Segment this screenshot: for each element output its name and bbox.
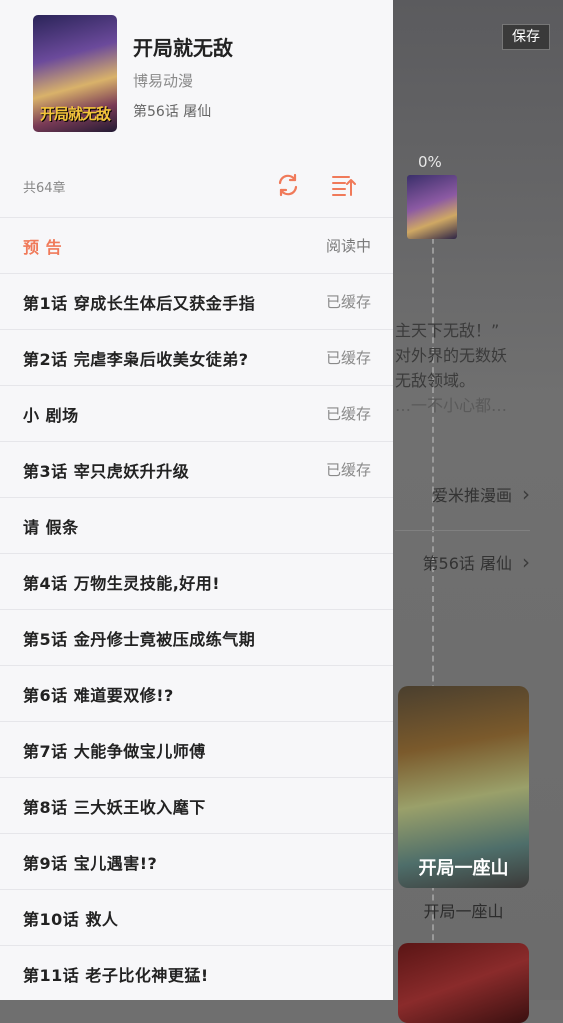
chapter-row[interactable]: 预 告 阅读中 [0,217,393,273]
sort-icon[interactable] [330,172,356,198]
chapter-name: 第8话 三大妖王收入麾下 [23,797,206,817]
chapter-row[interactable]: 第1话 穿成长生体后又获金手指 已缓存 [0,273,393,329]
recommend-card-cover-2[interactable] [398,943,529,1023]
refresh-icon[interactable] [275,172,301,198]
chapter-name: 预 告 [23,237,63,257]
chapter-name: 第6话 难道要双修!? [23,685,174,705]
chapter-status: 已缓存 [325,461,371,479]
chapter-name: 第10话 救人 [23,909,119,929]
chapter-drawer: 开局就无敌 开局就无敌 博易动漫 第56话 屠仙 共64章 预 告 阅读中 第1… [0,0,393,1000]
chapter-name: 小 剧场 [23,405,79,425]
save-button[interactable]: 保存 [502,24,550,50]
chapter-row[interactable]: 小 剧场 已缓存 [0,385,393,441]
reading-progress: 第56话 屠仙 [133,104,212,120]
chapter-row[interactable]: 第3话 宰只虎妖升升级 已缓存 [0,441,393,497]
comic-cover[interactable]: 开局就无敌 [33,15,117,132]
recommend-row[interactable]: 爱米推漫画 › [395,482,530,506]
chapter-status: 已缓存 [325,349,371,367]
chapter-name: 第3话 宰只虎妖升升级 [23,461,190,481]
card-cover-text: 开局一座山 [418,858,509,879]
divider [395,530,530,531]
chapter-row[interactable]: 第5话 金丹修士竟被压成练气期 [0,609,393,665]
chapter-name: 第2话 完虐李枭后收美女徒弟? [23,349,249,369]
chapter-toolbar: 共64章 [0,160,393,217]
chevron-right-icon: › [522,482,530,506]
chapter-name: 第4话 万物生灵技能,好用! [23,573,221,593]
chevron-right-icon: › [522,550,530,574]
chapter-row[interactable]: 第6话 难道要双修!? [0,665,393,721]
chapter-row[interactable]: 第10话 救人 [0,889,393,945]
intro-line: 无敌领域。 [395,371,476,390]
reading-progress-percent: 0% [418,153,442,171]
intro-line: 对外界的无数妖 [395,346,508,365]
chapter-row[interactable]: 第8话 三大妖王收入麾下 [0,777,393,833]
cover-text: 开局就无敌 [39,105,111,123]
intro-line: 主天下无敌！” [395,321,500,340]
chapter-name: 第1话 穿成长生体后又获金手指 [23,293,256,313]
comic-author: 博易动漫 [133,72,194,90]
recommend-card-cover[interactable]: 开局一座山 [398,686,529,888]
comic-title: 开局就无敌 [133,36,233,60]
chapter-row[interactable]: 第2话 完虐李枭后收美女徒弟? 已缓存 [0,329,393,385]
chapter-name: 请 假条 [23,517,79,537]
chapter-status: 已缓存 [325,293,371,311]
chapter-row[interactable]: 第11话 老子比化神更猛! [0,945,393,1001]
current-chapter-row[interactable]: 第56话 屠仙 › [395,550,530,574]
chapter-row[interactable]: 请 假条 [0,497,393,553]
chapter-row[interactable]: 第9话 宝儿遇害!? [0,833,393,889]
chapter-name: 第5话 金丹修士竟被压成练气期 [23,629,256,649]
chapter-row[interactable]: 第4话 万物生灵技能,好用! [0,553,393,609]
current-chapter-label: 第56话 屠仙 [422,554,512,573]
chapter-name: 第11话 老子比化神更猛! [23,965,209,985]
chapter-status: 阅读中 [325,237,371,255]
chapter-status: 已缓存 [325,405,371,423]
progress-thumbnail[interactable] [407,175,457,239]
chapter-name: 第7话 大能争做宝儿师傅 [23,741,206,761]
chapter-row[interactable]: 第7话 大能争做宝儿师傅 [0,721,393,777]
recommend-label: 爱米推漫画 [431,486,512,505]
chapter-count: 共64章 [23,181,66,196]
chapter-list: 预 告阅读中 第1话 穿成长生体后又获金手指 已缓存 第2话 完虐李枭后收美女徒弟? 已… [0,217,393,1001]
recommend-card-title[interactable]: 开局一座山 [398,898,529,922]
drawer-header: 开局就无敌 开局就无敌 博易动漫 第56话 屠仙 [0,0,393,160]
chapter-name: 第9话 宝儿遇害!? [23,853,158,873]
intro-line: …一不小心都… [395,396,508,415]
